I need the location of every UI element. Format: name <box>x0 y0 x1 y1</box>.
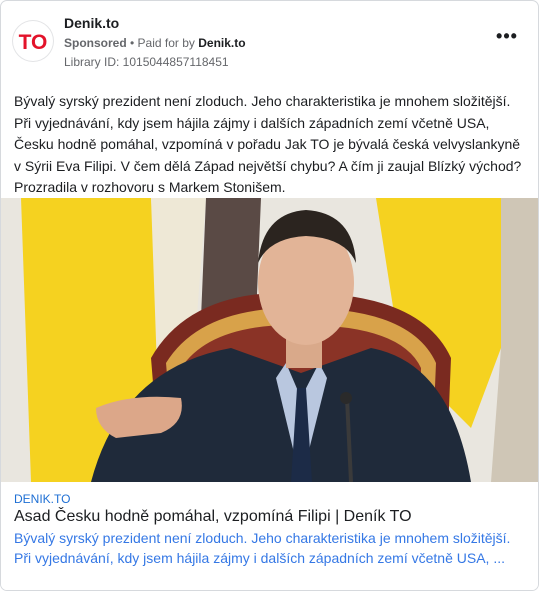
ad-header: TO Denik.to Sponsored • Paid for by Deni… <box>1 1 538 79</box>
svg-text:TO: TO <box>19 31 48 54</box>
photo-illustration <box>1 198 538 482</box>
post-text: Bývalý syrský prezident není zloduch. Je… <box>14 93 522 196</box>
more-horizontal-icon[interactable]: ••• <box>495 27 519 49</box>
library-id: Library ID: 1015044857118451 <box>64 55 229 69</box>
paid-for-prefix: Paid for by <box>137 36 199 50</box>
link-description-line-2: Při vyjednávání, kdy jsem hájila zájmy i… <box>14 550 505 566</box>
link-preview[interactable]: DENIK.TO Asad Česku hodně pomáhal, vzpom… <box>1 482 538 590</box>
paid-for-by-name: Denik.to <box>198 36 246 50</box>
page-name[interactable]: Denik.to <box>64 15 119 31</box>
sponsored-label: Sponsored <box>64 36 127 50</box>
post-image[interactable] <box>1 198 538 482</box>
meta-separator: • <box>126 36 138 50</box>
link-domain[interactable]: DENIK.TO <box>14 492 70 506</box>
link-description[interactable]: Bývalý syrský prezident není zloduch. Je… <box>14 528 524 568</box>
link-description-line-1: Bývalý syrský prezident není zloduch. Je… <box>14 530 511 546</box>
page-avatar[interactable]: TO <box>13 21 53 61</box>
ad-card: TO Denik.to Sponsored • Paid for by Deni… <box>0 0 539 591</box>
sponsored-line: Sponsored • Paid for by Denik.to <box>64 36 246 50</box>
link-title[interactable]: Asad Česku hodně pomáhal, vzpomíná Filip… <box>14 508 412 526</box>
denik-to-logo-icon: TO <box>19 31 48 54</box>
